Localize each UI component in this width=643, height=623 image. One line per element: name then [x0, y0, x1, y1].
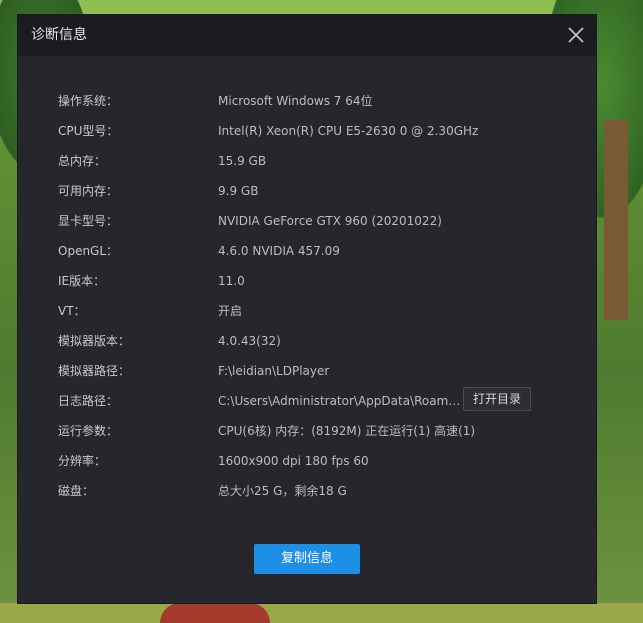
- row-run-params: 运行参数： CPU(6核) 内存：(8192M) 正在运行(1) 高速(1): [58, 421, 578, 441]
- row-os: 操作系统： Microsoft Windows 7 64位: [58, 91, 578, 111]
- row-label: IE版本：: [58, 274, 106, 288]
- row-label: 模拟器版本：: [58, 334, 131, 348]
- row-value: 1600x900 dpi 180 fps 60: [218, 454, 369, 468]
- row-ie-version: IE版本： 11.0: [58, 271, 578, 291]
- row-value: 4.6.0 NVIDIA 457.09: [218, 244, 340, 258]
- row-value: CPU(6核) 内存：(8192M) 正在运行(1) 高速(1): [218, 424, 476, 438]
- row-value: 15.9 GB: [218, 154, 267, 168]
- row-label: 显卡型号：: [58, 214, 119, 228]
- row-log-path: 日志路径： C:\Users\Administrator\AppData\Roa…: [58, 387, 578, 411]
- row-value: 4.0.43(32): [218, 334, 281, 348]
- background-tree-trunk: [604, 120, 628, 320]
- row-resolution: 分辨率： 1600x900 dpi 180 fps 60: [58, 451, 578, 471]
- dialog-titlebar: 诊断信息: [18, 15, 596, 56]
- close-icon[interactable]: [566, 25, 586, 45]
- row-emulator-path: 模拟器路径： F:\leidian\LDPlayer: [58, 361, 578, 381]
- row-value: 9.9 GB: [218, 184, 259, 198]
- row-value: Microsoft Windows 7 64位: [218, 94, 373, 108]
- row-free-memory: 可用内存： 9.9 GB: [58, 181, 578, 201]
- row-value: 开启: [218, 304, 243, 318]
- row-label: VT：: [58, 304, 86, 318]
- row-label: 运行参数：: [58, 424, 119, 438]
- row-label: CPU型号：: [58, 124, 119, 138]
- row-value: 总大小25 G，剩余18 G: [218, 484, 347, 498]
- background-ground: [0, 603, 643, 623]
- row-emulator-version: 模拟器版本： 4.0.43(32): [58, 331, 578, 351]
- row-label: 磁盘：: [58, 484, 95, 498]
- background-character: [160, 603, 270, 623]
- row-value: F:\leidian\LDPlayer: [218, 364, 330, 378]
- row-gpu: 显卡型号： NVIDIA GeForce GTX 960 (20201022): [58, 211, 578, 231]
- row-disk: 磁盘： 总大小25 G，剩余18 G: [58, 481, 578, 501]
- row-vt: VT： 开启: [58, 301, 578, 321]
- row-cpu: CPU型号： Intel(R) Xeon(R) CPU E5-2630 0 @ …: [58, 121, 578, 141]
- row-label: 总内存：: [58, 154, 107, 168]
- dialog-title: 诊断信息: [31, 27, 87, 43]
- copy-info-button[interactable]: 复制信息: [254, 544, 360, 574]
- row-label: 操作系统：: [58, 94, 119, 108]
- row-label: OpenGL：: [58, 244, 119, 258]
- diagnostic-dialog: 诊断信息 操作系统： Microsoft Windows 7 64位 CPU型号…: [17, 14, 597, 604]
- row-value: C:\Users\Administrator\AppData\Roami...: [218, 394, 462, 408]
- row-label: 分辨率：: [58, 454, 107, 468]
- row-opengl: OpenGL： 4.6.0 NVIDIA 457.09: [58, 241, 578, 261]
- row-value: Intel(R) Xeon(R) CPU E5-2630 0 @ 2.30GHz: [218, 124, 479, 138]
- row-value: NVIDIA GeForce GTX 960 (20201022): [218, 214, 442, 228]
- row-label: 可用内存：: [58, 184, 119, 198]
- row-label: 模拟器路径：: [58, 364, 131, 378]
- open-directory-button[interactable]: 打开目录: [463, 387, 531, 411]
- row-value: 11.0: [218, 274, 245, 288]
- row-total-memory: 总内存： 15.9 GB: [58, 151, 578, 171]
- row-label: 日志路径：: [58, 394, 119, 408]
